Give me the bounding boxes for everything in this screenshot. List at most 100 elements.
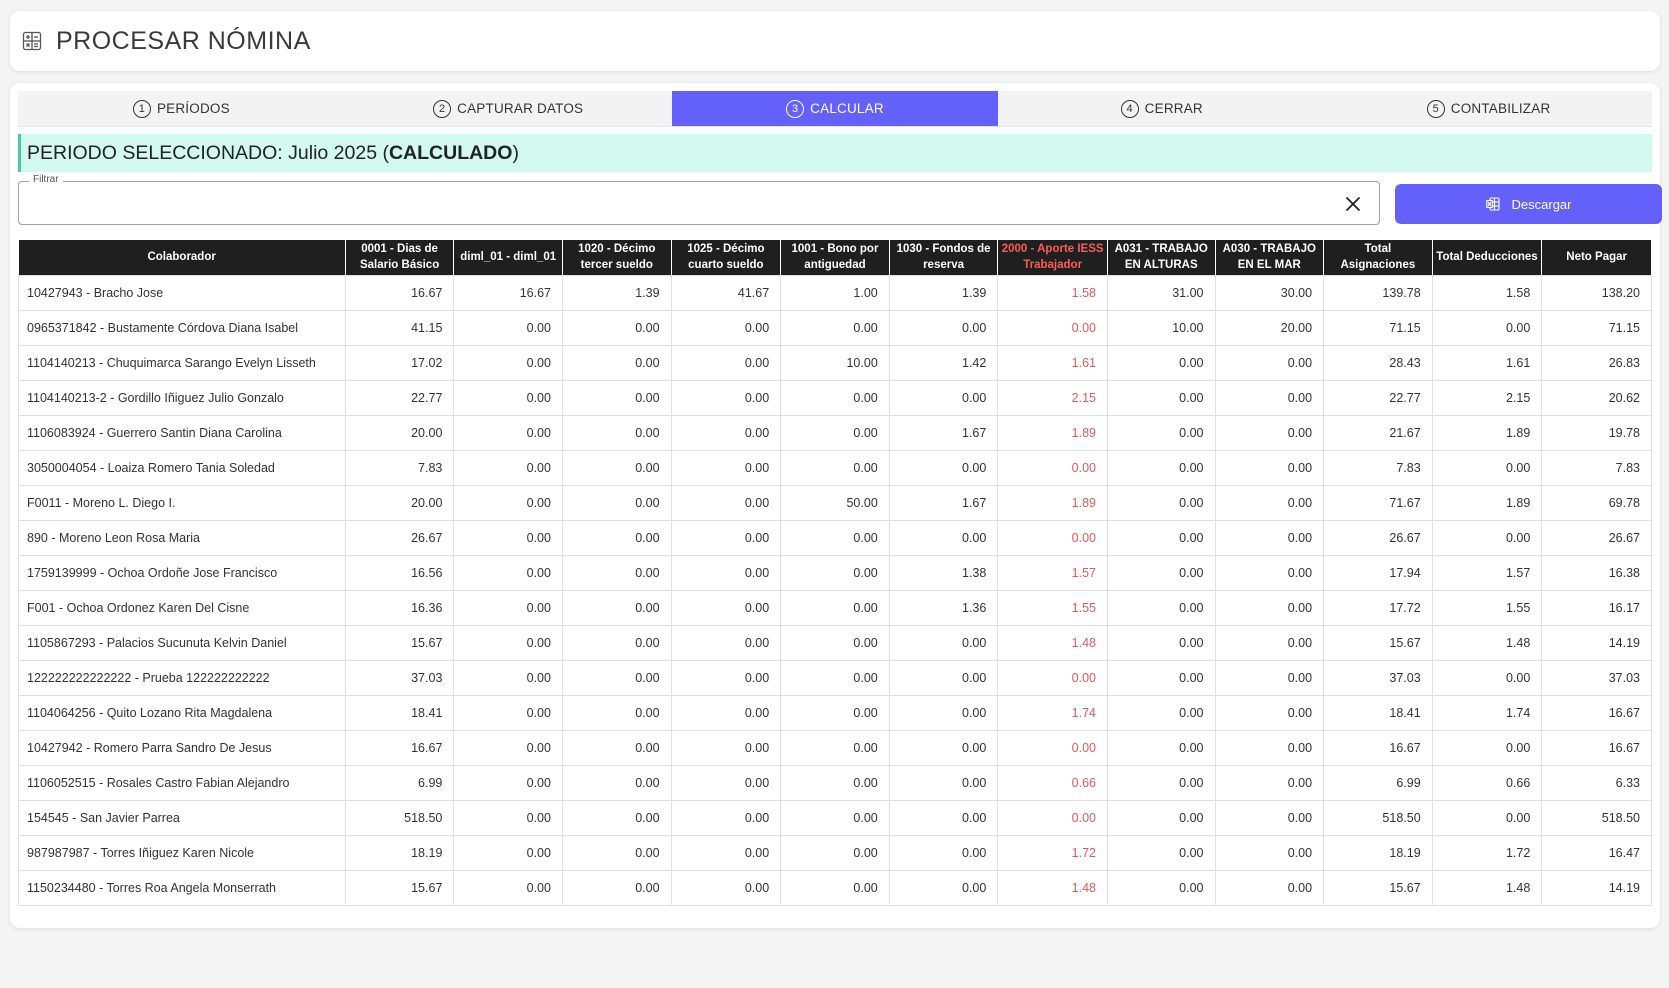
amount-cell: 0.00: [997, 659, 1108, 696]
column-header: Total Asignaciones: [1323, 240, 1433, 275]
amount-cell: 28.43: [1323, 344, 1433, 381]
amount-cell: 0.00: [670, 589, 782, 626]
table-row[interactable]: 1150234480 - Torres Roa Angela Monserrat…: [18, 869, 1652, 906]
table-row[interactable]: 3050004054 - Loaiza Romero Tania Soledad…: [18, 449, 1652, 486]
amount-cell: 0.00: [1431, 519, 1543, 556]
amount-cell: 0.00: [1106, 484, 1216, 521]
amount-cell: 0.00: [561, 729, 672, 766]
amount-cell: 0.00: [1214, 624, 1325, 661]
payroll-table-container: Colaborador 0001 - Dias de Salario Básico…: [18, 240, 1652, 906]
amount-cell: 0.00: [1214, 554, 1325, 591]
column-header: Colaborador: [18, 240, 346, 275]
amount-cell: 0.00: [1106, 624, 1216, 661]
table-row[interactable]: 1104064256 - Quito Lozano Rita Magdalena…: [18, 694, 1652, 731]
table-row[interactable]: 1104140213-2 - Gordillo Iñiguez Julio Go…: [18, 379, 1652, 416]
tab-periodos[interactable]: 1 PERÍODOS: [18, 91, 345, 126]
amount-cell: 0.00: [997, 309, 1108, 346]
tab-cerrar[interactable]: 4 CERRAR: [998, 91, 1325, 126]
column-header: 2000 - Aporte IESS Trabajador: [997, 240, 1108, 275]
table-row[interactable]: 987987987 - Torres Iñiguez Karen Nicole 1…: [18, 834, 1652, 871]
amount-cell: 19.78: [1541, 414, 1652, 451]
amount-cell: 0.00: [1106, 659, 1216, 696]
amount-cell: 0.00: [888, 519, 999, 556]
amount-cell: 22.77: [1323, 379, 1433, 416]
amount-cell: 0.00: [780, 694, 890, 731]
close-icon[interactable]: [1343, 194, 1363, 214]
amount-cell: 16.67: [1541, 694, 1652, 731]
amount-cell: 0.00: [561, 589, 672, 626]
amount-cell: 0.00: [780, 519, 890, 556]
table-row[interactable]: 10427942 - Romero Parra Sandro De Jesus 1…: [18, 729, 1652, 766]
amount-cell: 0.00: [670, 414, 782, 451]
amount-cell: 0.00: [561, 449, 672, 486]
amount-cell: 0.00: [780, 449, 890, 486]
amount-cell: 1.67: [888, 484, 999, 521]
table-row[interactable]: 10427943 - Bracho Jose 16.67 16.67 1.39 41.6…: [18, 274, 1652, 311]
column-header: 1025 - Décimo cuarto sueldo: [671, 240, 782, 275]
amount-cell: 16.36: [344, 589, 455, 626]
amount-cell: 0.00: [1214, 764, 1325, 801]
main-panel: 1 PERÍODOS 2 CAPTURAR DATOS 3 CALCULAR 4…: [10, 83, 1662, 928]
amount-cell: 1.42: [888, 344, 999, 381]
amount-cell: 0.00: [453, 589, 563, 626]
amount-cell: 0.00: [453, 344, 563, 381]
amount-cell: 1.89: [1431, 484, 1543, 521]
amount-cell: 20.00: [1214, 309, 1325, 346]
amount-cell: 1.67: [888, 414, 999, 451]
amount-cell: 0.00: [561, 379, 672, 416]
amount-cell: 0.00: [888, 834, 999, 871]
amount-cell: 1.89: [997, 414, 1108, 451]
table-row[interactable]: 1104140213 - Chuquimarca Sarango Evelyn …: [18, 344, 1652, 381]
amount-cell: 0.00: [888, 694, 999, 731]
filter-input[interactable]: [29, 192, 1319, 216]
amount-cell: 0.00: [780, 554, 890, 591]
amount-cell: 0.00: [1106, 729, 1216, 766]
amount-cell: 22.77: [344, 379, 455, 416]
amount-cell: 0.00: [780, 799, 890, 836]
employee-name-cell: 10427942 - Romero Parra Sandro De Jesus: [18, 729, 346, 766]
table-row[interactable]: 1106052515 - Rosales Castro Fabian Aleja…: [18, 764, 1652, 801]
amount-cell: 20.62: [1541, 379, 1652, 416]
tab-capturar-datos[interactable]: 2 CAPTURAR DATOS: [345, 91, 672, 126]
amount-cell: 0.00: [1214, 659, 1325, 696]
table-row[interactable]: 1759139999 - Ochoa Ordoñe Jose Francisco…: [18, 554, 1652, 591]
employee-name-cell: 1104140213-2 - Gordillo Iñiguez Julio Go…: [18, 379, 346, 416]
table-row[interactable]: F001 - Ochoa Ordonez Karen Del Cisne 16.3…: [18, 589, 1652, 626]
amount-cell: 7.83: [1323, 449, 1433, 486]
amount-cell: 0.00: [888, 729, 999, 766]
download-button[interactable]: Descargar: [1395, 184, 1662, 224]
tab-label: CERRAR: [1144, 101, 1203, 116]
amount-cell: 16.47: [1541, 834, 1652, 871]
amount-cell: 0.00: [1106, 799, 1216, 836]
amount-cell: 16.67: [453, 274, 563, 311]
tab-contabilizar[interactable]: 5 CONTABILIZAR: [1325, 91, 1652, 126]
table-row[interactable]: F0011 - Moreno L. Diego I. 20.00 0.00 0.00 0…: [18, 484, 1652, 521]
amount-cell: 15.67: [1323, 869, 1433, 906]
table-row[interactable]: 154545 - San Javier Parrea 518.50 0.00 0.00…: [18, 799, 1652, 836]
table-row[interactable]: 1106083924 - Guerrero Santin Diana Carol…: [18, 414, 1652, 451]
amount-cell: 50.00: [780, 484, 890, 521]
amount-cell: 0.00: [670, 869, 782, 906]
column-header: diml_01 - diml_01: [453, 240, 563, 275]
table-row[interactable]: 890 - Moreno Leon Rosa Maria 26.67 0.00 0.0…: [18, 519, 1652, 556]
amount-cell: 0.00: [561, 659, 672, 696]
spreadsheet-icon: [1485, 197, 1500, 211]
amount-cell: 0.00: [561, 869, 672, 906]
amount-cell: 18.41: [344, 694, 455, 731]
table-row[interactable]: 0965371842 - Bustamente Córdova Diana Is…: [18, 309, 1652, 346]
amount-cell: 0.00: [670, 729, 782, 766]
tab-calcular[interactable]: 3 CALCULAR: [671, 91, 999, 126]
amount-cell: 518.50: [344, 799, 455, 836]
calculator-icon: [22, 31, 42, 51]
amount-cell: 20.00: [344, 414, 455, 451]
amount-cell: 0.00: [997, 799, 1108, 836]
table-row[interactable]: 1105867293 - Palacios Sucunuta Kelvin Da…: [18, 624, 1652, 661]
amount-cell: 0.00: [888, 869, 999, 906]
amount-cell: 0.00: [997, 449, 1108, 486]
download-label: Descargar: [1511, 196, 1572, 212]
employee-name-cell: 1106083924 - Guerrero Santin Diana Carol…: [18, 414, 346, 451]
amount-cell: 0.00: [888, 449, 999, 486]
amount-cell: 0.00: [670, 449, 782, 486]
table-row[interactable]: 122222222222222 - Prueba 122222222222 37.…: [18, 659, 1652, 696]
amount-cell: 0.00: [1214, 729, 1325, 766]
